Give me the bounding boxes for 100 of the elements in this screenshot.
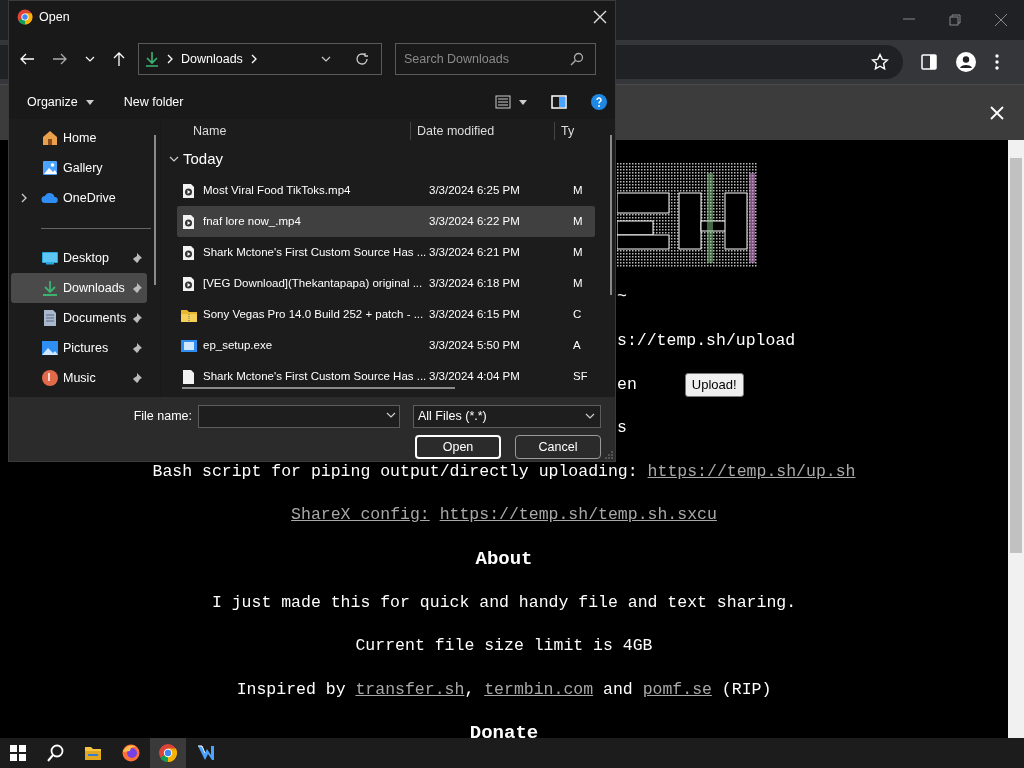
file-row[interactable]: Shark Mctone's First Custom Source Has ... 3/3/2024 6:21 PM M <box>177 237 595 268</box>
date-cell-text: 3/3/2024 4:04 PM <box>429 368 521 384</box>
video-file-icon <box>181 275 197 292</box>
document-icon <box>41 309 59 327</box>
field-label: File name: <box>133 408 192 426</box>
type-cell-text: M <box>573 275 584 291</box>
file-row[interactable]: Sony Vegas Pro 14.0 Build 252 + patch - ... 3/3/2024 6:15 PM C <box>177 299 595 330</box>
date-cell-text: 3/3/2024 6:25 PM <box>429 182 521 198</box>
file-name: Shark Mctone's First Custom Source Has ... <box>203 244 427 260</box>
file-name: Most Viral Food TikToks.mp4 <box>203 182 351 198</box>
page-text: en <box>617 373 637 396</box>
restore-icon[interactable] <box>947 12 963 28</box>
file-row[interactable]: Most Viral Food TikToks.mp4 3/3/2024 6:25 PM M <box>177 175 595 206</box>
video-file-icon <box>181 244 197 261</box>
chevron-down-icon[interactable] <box>386 412 396 418</box>
new-folder-button[interactable]: New folder <box>115 88 192 116</box>
link[interactable]: pomf.se <box>642 679 712 699</box>
section-heading: Donate <box>469 722 539 746</box>
date-cell-text: 3/3/2024 6:22 PM <box>429 213 521 229</box>
file-name: [VEG Download](Thekantapapa) original ... <box>203 275 423 291</box>
sidebar-item[interactable]: Music <box>11 363 147 393</box>
forward-arrow-icon[interactable] <box>52 52 68 66</box>
picture-icon <box>41 339 59 357</box>
chevron-down-icon <box>585 413 595 419</box>
upload-button[interactable]: Upload! <box>684 373 744 397</box>
app-icon[interactable] <box>195 743 216 763</box>
date-cell-text: 3/3/2024 5:50 PM <box>429 337 521 353</box>
video-file-icon <box>181 182 197 199</box>
file-row[interactable]: Shark Mctone's First Custom Source Has ... 3/3/2024 4:04 PM SF <box>177 361 595 386</box>
page-text: s <box>617 417 627 440</box>
start-icon[interactable] <box>8 743 28 763</box>
dialog-title: Open <box>39 8 70 26</box>
preview-pane-icon[interactable] <box>551 95 567 109</box>
caret-icon[interactable] <box>519 99 527 105</box>
sidebar-item[interactable]: Desktop <box>11 243 147 273</box>
file-row[interactable]: [VEG Download](Thekantapapa) original ... 3/3/2024 6:18 PM M <box>177 268 595 299</box>
column-header[interactable]: Name <box>167 121 410 141</box>
date-cell-text: 3/3/2024 6:18 PM <box>429 275 521 291</box>
link[interactable]: termbin.com <box>484 679 594 699</box>
page-text: ~ <box>617 286 627 309</box>
link[interactable]: https://temp.sh/up.sh <box>647 461 856 481</box>
link[interactable]: https://temp.sh/temp.sh.sxcu <box>439 505 717 525</box>
sidebar-item[interactable]: Downloads <box>11 273 147 303</box>
search-icon[interactable] <box>570 52 584 66</box>
desktop-icon <box>41 249 59 267</box>
refresh-icon[interactable] <box>355 52 369 66</box>
file-name: ep_setup.exe <box>203 337 273 353</box>
file-name-field[interactable] <box>198 405 400 428</box>
section-heading: About <box>475 547 533 571</box>
address-bar[interactable]: Downloads <box>138 43 382 75</box>
chevron-right-icon <box>250 54 257 64</box>
file-name: fnaf lore now_.mp4 <box>203 213 301 229</box>
type-cell-text: M <box>573 213 584 229</box>
download-icon <box>145 51 159 67</box>
page-text: Current file size limit is 4GB <box>355 635 653 658</box>
scrollbar[interactable] <box>1008 140 1024 738</box>
search-icon[interactable] <box>45 743 66 763</box>
chrome-icon[interactable] <box>158 743 178 763</box>
firefox-icon[interactable] <box>120 743 141 763</box>
profile-icon[interactable] <box>956 52 976 72</box>
chevron-right-icon[interactable] <box>21 193 27 203</box>
sidebar-item[interactable]: Pictures <box>11 333 147 363</box>
up-arrow-icon[interactable] <box>112 51 126 67</box>
type-cell-text: C <box>573 306 583 322</box>
open-button[interactable]: Open <box>415 435 501 459</box>
chevron-right-icon <box>167 54 173 64</box>
sidebar-item[interactable]: OneDrive <box>11 183 147 213</box>
resize-grip-icon[interactable] <box>605 451 613 459</box>
date-cell-text: 3/3/2024 6:21 PM <box>429 244 521 260</box>
column-header[interactable]: Date modified <box>410 121 554 141</box>
page-text: Bash script for piping output/directly uploading: https://temp.sh/up.sh <box>152 460 856 483</box>
back-arrow-icon[interactable] <box>19 52 35 66</box>
home-icon <box>41 129 59 147</box>
column-header[interactable]: Ty <box>554 121 580 141</box>
file-row[interactable]: fnaf lore now_.mp4 3/3/2024 6:22 PM M <box>177 206 595 237</box>
list-view-icon[interactable] <box>495 95 511 109</box>
file-type-dropdown[interactable]: All Files (*.*) <box>413 405 601 428</box>
sidebar-item[interactable]: Home <box>11 123 147 153</box>
chevron-down-icon[interactable] <box>321 56 331 62</box>
group-header[interactable]: Today <box>167 143 615 175</box>
sidebar-item[interactable]: Gallery <box>11 153 147 183</box>
file-row[interactable]: ep_setup.exe 3/3/2024 5:50 PM A <box>177 330 595 361</box>
side-panel-icon[interactable] <box>920 53 938 71</box>
download-icon <box>41 279 59 297</box>
caret-icon <box>85 99 94 105</box>
menu-icon[interactable] <box>994 53 1000 71</box>
cancel-button[interactable]: Cancel <box>515 435 601 459</box>
breadcrumb[interactable]: Downloads <box>181 49 243 69</box>
video-file-icon <box>181 213 197 230</box>
date-cell-text: 3/3/2024 6:15 PM <box>429 306 521 322</box>
search-field[interactable]: Search Downloads <box>395 43 596 75</box>
music-icon <box>41 369 59 387</box>
file-name: Shark Mctone's First Custom Source Has ... <box>203 368 427 384</box>
sidebar-item[interactable]: Documents <box>11 303 147 333</box>
chrome-icon <box>17 9 33 25</box>
star-icon[interactable] <box>871 53 889 71</box>
link[interactable]: transfer.sh <box>355 679 465 699</box>
link[interactable]: ShareX config: <box>291 505 430 525</box>
help-icon[interactable] <box>591 94 607 110</box>
organize-button[interactable]: Organize <box>19 88 102 116</box>
